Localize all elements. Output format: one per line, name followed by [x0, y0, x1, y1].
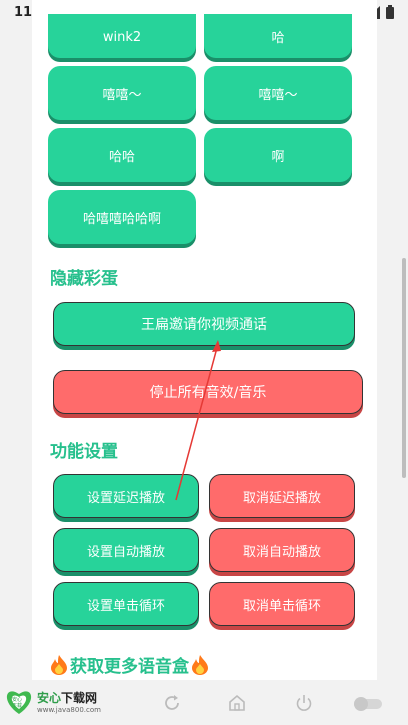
annotation-arrow: [175, 340, 221, 501]
logo-title-rest: 下载网: [61, 690, 98, 705]
refresh-icon[interactable]: [162, 693, 182, 713]
logo-heart-icon: 安心 下载: [4, 687, 34, 715]
logo-url: www.java800.com: [37, 705, 101, 714]
logo-title: 安心下载网: [37, 689, 101, 706]
logo-title-main: 安心: [37, 690, 62, 705]
home-icon[interactable]: [227, 693, 247, 713]
scrollbar-thumb[interactable]: [402, 258, 406, 478]
bottom-nav-bar: 安心 下载 安心下载网 www.java800.com: [0, 683, 408, 725]
site-logo: 安心 下载 安心下载网 www.java800.com: [4, 687, 101, 715]
power-icon[interactable]: [294, 693, 314, 713]
logo-badge-bottom: 下载: [12, 703, 23, 709]
toggle-switch-icon[interactable]: [352, 695, 384, 713]
